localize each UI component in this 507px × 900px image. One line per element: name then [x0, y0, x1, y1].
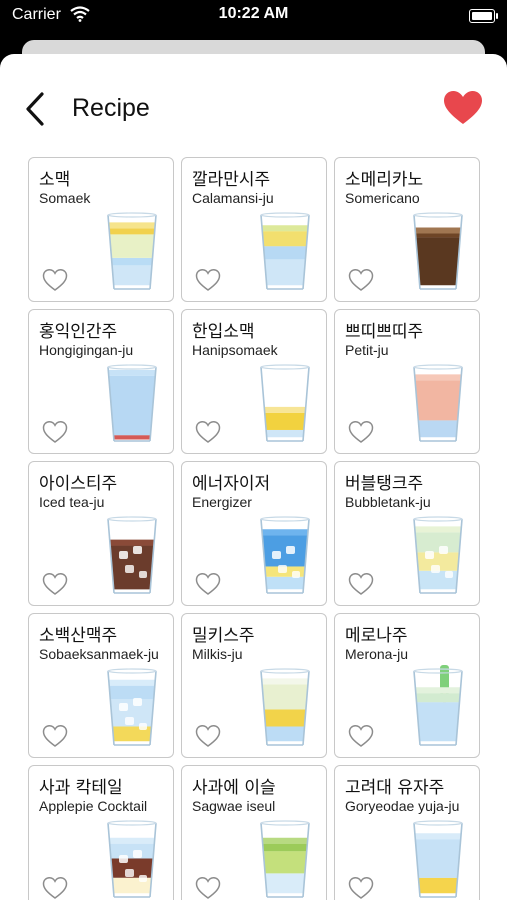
recipe-card[interactable]: 사과에 이슬 Sagwae iseul — [181, 765, 327, 900]
recipe-english-name: Sagwae iseul — [192, 798, 276, 814]
back-chevron-icon[interactable] — [22, 90, 52, 128]
cocktail-glass-illustration — [413, 665, 463, 746]
cocktail-glass-illustration — [413, 364, 463, 442]
recipe-card[interactable]: 아이스티주 Iced tea-ju — [28, 461, 174, 606]
recipe-korean-name: 쁘띠쁘띠주 — [345, 322, 424, 342]
recipe-card[interactable]: 사과 칵테일 Applepie Cocktail — [28, 765, 174, 900]
favorite-heart-outline-icon[interactable] — [348, 268, 374, 292]
recipe-korean-name: 메로나주 — [345, 626, 408, 646]
recipe-card[interactable]: 쁘띠쁘띠주 Petit-ju — [334, 309, 480, 454]
cocktail-glass-illustration — [413, 212, 463, 290]
favorite-heart-outline-icon[interactable] — [195, 268, 221, 292]
recipe-grid: 소맥 Somaek 깔라만시주 Calamansi-ju 소메리카노 Somer… — [28, 157, 484, 900]
cocktail-glass-illustration — [413, 516, 463, 594]
recipe-card[interactable]: 홍익인간주 Hongigingan-ju — [28, 309, 174, 454]
navigation-bar: Recipe — [0, 54, 507, 154]
recipe-english-name: Energizer — [192, 494, 252, 510]
recipe-english-name: Applepie Cocktail — [39, 798, 148, 814]
recipe-english-name: Goryeodae yuja-ju — [345, 798, 460, 814]
recipe-english-name: Somaek — [39, 190, 91, 206]
favorite-heart-outline-icon[interactable] — [42, 572, 68, 596]
favorite-heart-outline-icon[interactable] — [195, 724, 221, 748]
cocktail-glass-illustration — [260, 668, 310, 746]
recipe-english-name: Bubbletank-ju — [345, 494, 431, 510]
cocktail-glass-illustration — [260, 212, 310, 290]
recipe-english-name: Milkis-ju — [192, 646, 243, 662]
recipe-english-name: Hongigingan-ju — [39, 342, 134, 358]
favorite-heart-outline-icon[interactable] — [195, 572, 221, 596]
favorite-heart-outline-icon[interactable] — [42, 876, 68, 900]
clock: 10:22 AM — [218, 5, 289, 22]
favorite-heart-outline-icon[interactable] — [42, 268, 68, 292]
cocktail-glass-illustration — [107, 668, 157, 746]
favorite-heart-outline-icon[interactable] — [195, 876, 221, 900]
recipe-card[interactable]: 버블탱크주 Bubbletank-ju — [334, 461, 480, 606]
recipe-english-name: Merona-ju — [345, 646, 409, 662]
recipe-korean-name: 소메리카노 — [345, 170, 424, 190]
favorite-heart-outline-icon[interactable] — [348, 420, 374, 444]
favorite-heart-outline-icon[interactable] — [42, 420, 68, 444]
recipe-sheet: Recipe 소맥 Somaek 깔라만시주 Calamansi-ju 소메리카… — [0, 54, 507, 900]
recipe-card[interactable]: 소맥 Somaek — [28, 157, 174, 302]
status-bar: Carrier 10:22 AM — [0, 0, 507, 34]
recipe-korean-name: 아이스티주 — [39, 474, 118, 494]
cocktail-glass-illustration — [413, 820, 463, 898]
cocktail-glass-illustration — [260, 364, 310, 442]
favorite-heart-outline-icon[interactable] — [195, 420, 221, 444]
cocktail-glass-illustration — [260, 516, 310, 594]
recipe-card[interactable]: 깔라만시주 Calamansi-ju — [181, 157, 327, 302]
recipe-card[interactable]: 메로나주 Merona-ju — [334, 613, 480, 758]
favorite-heart-outline-icon[interactable] — [348, 572, 374, 596]
recipe-korean-name: 한입소맥 — [192, 322, 255, 342]
favorite-heart-outline-icon[interactable] — [348, 876, 374, 900]
battery-icon — [469, 9, 498, 23]
recipe-korean-name: 소맥 — [39, 170, 71, 190]
recipe-english-name: Hanipsomaek — [192, 342, 278, 358]
favorite-heart-outline-icon[interactable] — [42, 724, 68, 748]
cocktail-glass-illustration — [107, 364, 157, 442]
recipe-korean-name: 사과에 이슬 — [192, 778, 276, 798]
recipe-card[interactable]: 한입소맥 Hanipsomaek — [181, 309, 327, 454]
recipe-korean-name: 깔라만시주 — [192, 170, 271, 190]
cocktail-glass-illustration — [107, 212, 157, 290]
recipe-card[interactable]: 고려대 유자주 Goryeodae yuja-ju — [334, 765, 480, 900]
recipe-english-name: Somericano — [345, 190, 420, 206]
recipe-english-name: Iced tea-ju — [39, 494, 105, 510]
recipe-korean-name: 사과 칵테일 — [39, 778, 123, 798]
page-title: Recipe — [72, 94, 150, 122]
recipe-english-name: Calamansi-ju — [192, 190, 274, 206]
favorite-heart-outline-icon[interactable] — [348, 724, 374, 748]
recipe-korean-name: 소백산맥주 — [39, 626, 118, 646]
recipe-card[interactable]: 소백산맥주 Sobaeksanmaek-ju — [28, 613, 174, 758]
recipe-korean-name: 버블탱크주 — [345, 474, 424, 494]
recipe-english-name: Petit-ju — [345, 342, 389, 358]
cocktail-glass-illustration — [107, 516, 157, 594]
cocktail-glass-illustration — [107, 820, 157, 898]
recipe-korean-name: 홍익인간주 — [39, 322, 118, 342]
recipe-korean-name: 고려대 유자주 — [345, 778, 445, 798]
recipe-english-name: Sobaeksanmaek-ju — [39, 646, 159, 662]
recipe-card[interactable]: 소메리카노 Somericano — [334, 157, 480, 302]
recipe-korean-name: 밀키스주 — [192, 626, 255, 646]
favorites-heart-icon[interactable] — [443, 90, 483, 126]
recipe-card[interactable]: 밀키스주 Milkis-ju — [181, 613, 327, 758]
cocktail-glass-illustration — [260, 820, 310, 898]
recipe-card[interactable]: 에너자이저 Energizer — [181, 461, 327, 606]
recipe-korean-name: 에너자이저 — [192, 474, 271, 494]
